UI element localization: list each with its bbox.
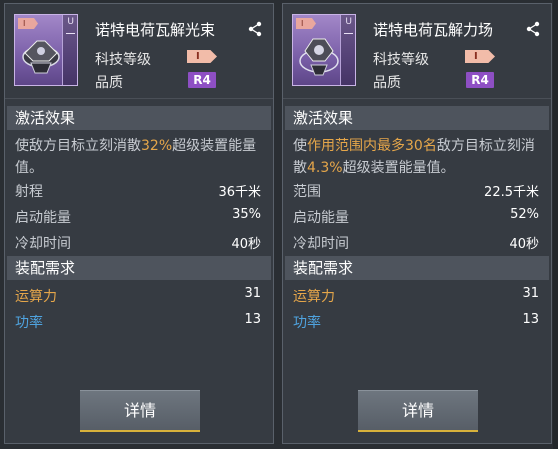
card-header: I U 诺特电荷瓦解光束 科技等级 I 品质 R4 <box>5 4 273 99</box>
thumb-u-label: U <box>345 17 352 27</box>
desc-highlight: 32% <box>141 138 173 154</box>
tech-level-badge: I <box>187 50 217 63</box>
quality-label: 品质 <box>95 75 123 91</box>
module-icon <box>299 38 339 76</box>
activation-description: 使作用范围内最多30名敌方目标立刻消散4.3%超级装置能量值。 <box>293 135 545 179</box>
module-icon <box>22 40 60 74</box>
stat-label-energy: 启动能量 <box>15 210 71 226</box>
card-header: I U 诺特电荷瓦解力场 科技等级 I 品质 R4 <box>283 4 551 99</box>
req-label-power: 功率 <box>15 315 43 331</box>
desc-highlight: 作用范围内最多30名 <box>307 138 437 154</box>
desc-highlight-2: 4.3% <box>307 160 343 176</box>
module-thumbnail: I U <box>292 14 356 86</box>
thumb-divider <box>66 33 75 34</box>
stat-label-energy: 启动能量 <box>293 210 349 226</box>
module-title: 诺特电荷瓦解力场 <box>373 21 494 39</box>
tech-level-badge: I <box>465 50 495 63</box>
share-icon[interactable] <box>525 21 541 37</box>
module-title: 诺特电荷瓦解光束 <box>95 21 216 39</box>
stat-value-range: 22.5千米 <box>484 185 539 200</box>
stat-value-cooldown: 40秒 <box>231 237 261 252</box>
req-label-compute: 运算力 <box>15 289 57 305</box>
tech-level-label: 科技等级 <box>95 52 151 68</box>
activation-header: 激活效果 <box>285 106 549 130</box>
detail-button[interactable]: 详情 <box>358 390 478 432</box>
req-label-power: 功率 <box>293 315 321 331</box>
stat-label-cooldown: 冷却时间 <box>293 236 349 252</box>
thumb-divider <box>344 33 353 34</box>
stat-label-range: 范围 <box>293 184 321 200</box>
stat-value-cooldown: 40秒 <box>509 237 539 252</box>
window-edge <box>553 0 558 449</box>
desc-text: 使 <box>293 138 307 154</box>
thumb-u-label: U <box>67 17 74 27</box>
share-icon[interactable] <box>247 21 263 37</box>
detail-button[interactable]: 详情 <box>80 390 200 432</box>
requirements-header: 装配需求 <box>7 256 271 280</box>
stat-value-range: 36千米 <box>218 185 261 200</box>
desc-text: 使敌方目标立刻消散 <box>15 138 141 154</box>
quality-badge: R4 <box>188 72 216 88</box>
req-label-compute: 运算力 <box>293 289 335 305</box>
quality-badge: R4 <box>466 72 494 88</box>
activation-header: 激活效果 <box>7 106 271 130</box>
tech-level-label: 科技等级 <box>373 52 429 68</box>
req-value-compute: 31 <box>244 286 261 301</box>
stat-value-energy: 52% <box>510 207 539 222</box>
requirements-header: 装配需求 <box>285 256 549 280</box>
req-value-power: 13 <box>244 312 261 327</box>
stat-label-cooldown: 冷却时间 <box>15 236 71 252</box>
req-value-power: 13 <box>522 312 539 327</box>
req-value-compute: 31 <box>522 286 539 301</box>
module-thumbnail: I U <box>14 14 78 86</box>
module-card-beam: I U 诺特电荷瓦解光束 科技等级 I 品质 R4 激活效果 使敌方目标立刻消散… <box>4 3 274 444</box>
stat-value-energy: 35% <box>232 207 261 222</box>
activation-description: 使敌方目标立刻消散32%超级装置能量值。 <box>15 135 267 179</box>
stat-label-range: 射程 <box>15 184 43 200</box>
quality-label: 品质 <box>373 75 401 91</box>
module-card-field: I U 诺特电荷瓦解力场 科技等级 I 品质 R4 激活效果 使作用范围内最多3… <box>282 3 552 444</box>
desc-text-end: 超级装置能量值。 <box>342 160 455 176</box>
